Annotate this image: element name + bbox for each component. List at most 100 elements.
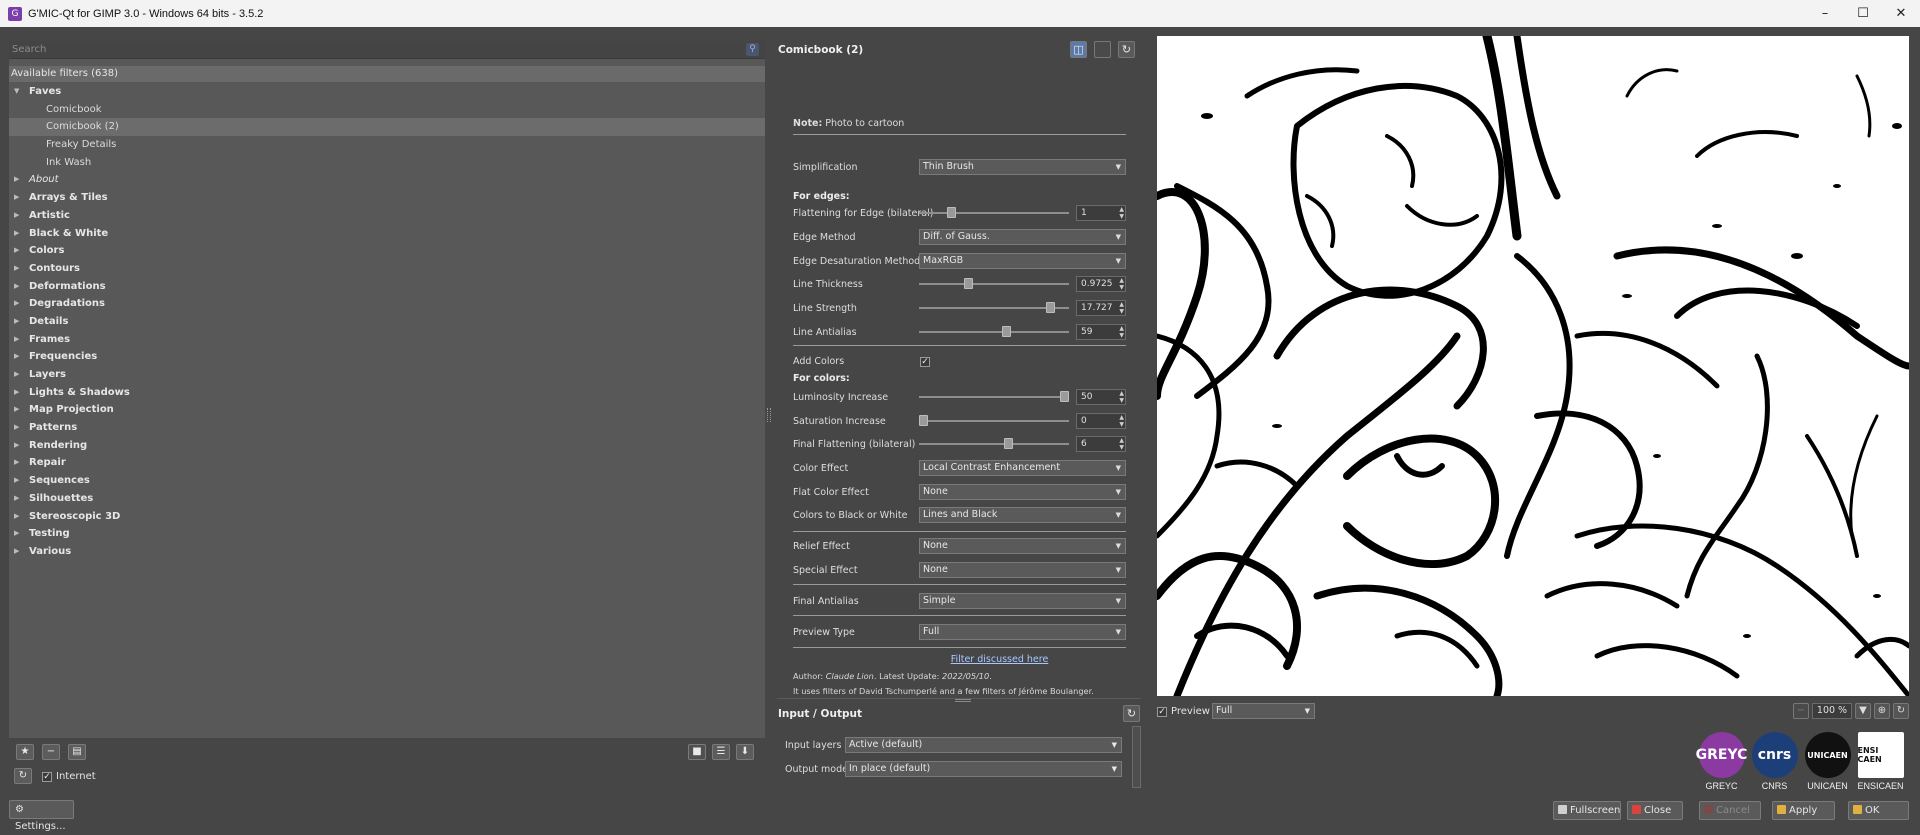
chevron-right-icon[interactable]: ▶: [14, 525, 24, 543]
tree-folder[interactable]: ▶ Rendering: [9, 437, 765, 455]
slider-thumb[interactable]: [1046, 302, 1055, 313]
refresh-filters-button[interactable]: ↻: [14, 768, 32, 784]
add-colors-checkbox[interactable]: ✓: [920, 357, 930, 367]
tree-folder[interactable]: ▶ Frequencies: [9, 348, 765, 366]
list-icon[interactable]: ☰: [712, 744, 730, 760]
chevron-right-icon[interactable]: ▶: [14, 384, 24, 402]
spin-arrows-icon[interactable]: ▲ ▼: [1119, 437, 1124, 451]
cancel-button[interactable]: Cancel: [1699, 801, 1761, 820]
luminosity-spin[interactable]: 50 ▲ ▼: [1076, 389, 1126, 405]
tree-item[interactable]: Comicbook: [9, 101, 765, 119]
minimize-button[interactable]: –: [1806, 0, 1844, 27]
chevron-right-icon[interactable]: ▶: [14, 331, 24, 349]
tree-folder[interactable]: ▶ Repair: [9, 454, 765, 472]
luminosity-slider[interactable]: [919, 389, 1069, 405]
chevron-right-icon[interactable]: ▶: [14, 401, 24, 419]
final-antialias-select[interactable]: Simple ▼: [919, 593, 1126, 609]
tree-folder[interactable]: ▶ Lights & Shadows: [9, 384, 765, 402]
close-window-button[interactable]: ✕: [1882, 0, 1920, 27]
edge-desat-select[interactable]: MaxRGB ▼: [919, 253, 1126, 269]
tree-folder[interactable]: ▶ Testing: [9, 525, 765, 543]
spin-arrows-icon[interactable]: ▲ ▼: [1119, 325, 1124, 339]
line-strength-slider[interactable]: [919, 300, 1069, 316]
tree-folder[interactable]: ▶ Various: [9, 543, 765, 561]
tree-item[interactable]: Ink Wash: [9, 154, 765, 172]
ok-button[interactable]: OK: [1848, 801, 1909, 820]
flattening-edge-spin[interactable]: 1 ▲ ▼: [1076, 205, 1126, 221]
chevron-right-icon[interactable]: ▶: [14, 225, 24, 243]
spin-arrows-icon[interactable]: ▲ ▼: [1119, 414, 1124, 428]
chevron-right-icon[interactable]: ▶: [14, 260, 24, 278]
zoom-dropdown-icon[interactable]: ▼: [1855, 703, 1871, 719]
preview-image[interactable]: [1157, 36, 1909, 696]
zoom-field[interactable]: 100 %: [1812, 703, 1852, 719]
filter-discussion-link[interactable]: Filter discussed here: [833, 654, 1166, 665]
zoom-out-button[interactable]: −: [1793, 703, 1809, 719]
zoom-reset-icon[interactable]: ↻: [1893, 703, 1909, 719]
remove-fave-button[interactable]: −: [42, 744, 60, 760]
tree-folder[interactable]: ▶ Arrays & Tiles: [9, 189, 765, 207]
saturation-spin[interactable]: 0 ▲ ▼: [1076, 413, 1126, 429]
chevron-right-icon[interactable]: ▶: [14, 171, 24, 189]
colors-bw-select[interactable]: Lines and Black ▼: [919, 507, 1126, 523]
reset-params-icon[interactable]: ↻: [1118, 41, 1135, 58]
chevron-right-icon[interactable]: ▶: [14, 543, 24, 561]
line-thickness-spin[interactable]: 0.9725 ▲ ▼: [1076, 276, 1126, 292]
tree-folder[interactable]: ▶ Silhouettes: [9, 490, 765, 508]
tree-folder[interactable]: ▶ Colors: [9, 242, 765, 260]
tree-folder[interactable]: ▶ Map Projection: [9, 401, 765, 419]
tree-folder[interactable]: ▶ Deformations: [9, 278, 765, 296]
tree-folder[interactable]: ▶ About: [9, 171, 765, 189]
chevron-right-icon[interactable]: ▶: [14, 508, 24, 526]
fullscreen-button[interactable]: Fullscreen: [1553, 801, 1621, 820]
preview-checkbox[interactable]: ✓ Preview: [1157, 706, 1210, 717]
preview-type-select[interactable]: Full ▼: [919, 624, 1126, 640]
chevron-right-icon[interactable]: ▶: [14, 490, 24, 508]
input-layers-select[interactable]: Active (default) ▼: [845, 737, 1122, 753]
chevron-right-icon[interactable]: ▶: [14, 419, 24, 437]
preview-mode-select[interactable]: Full ▼: [1212, 703, 1315, 719]
spin-arrows-icon[interactable]: ▲ ▼: [1119, 277, 1124, 291]
visibility-icon[interactable]: ■: [688, 744, 706, 760]
slider-thumb[interactable]: [1060, 391, 1069, 402]
randomize-icon[interactable]: [1094, 41, 1111, 58]
expand-collapse-button[interactable]: ▤: [68, 744, 86, 760]
chevron-right-icon[interactable]: ▶: [14, 472, 24, 490]
output-mode-select[interactable]: In place (default) ▼: [845, 761, 1122, 777]
chevron-right-icon[interactable]: ▶: [14, 437, 24, 455]
saturation-slider[interactable]: [919, 413, 1069, 429]
tree-folder[interactable]: ▶ Patterns: [9, 419, 765, 437]
slider-thumb[interactable]: [1002, 326, 1011, 337]
slider-thumb[interactable]: [964, 278, 973, 289]
close-button[interactable]: Close: [1627, 801, 1683, 820]
relief-effect-select[interactable]: None ▼: [919, 538, 1126, 554]
add-fave-button[interactable]: ★: [16, 744, 34, 760]
flat-color-effect-select[interactable]: None ▼: [919, 484, 1126, 500]
line-antialias-slider[interactable]: [919, 324, 1069, 340]
io-reset-icon[interactable]: ↻: [1123, 705, 1140, 722]
io-resize-grip[interactable]: [955, 699, 971, 702]
special-effect-select[interactable]: None ▼: [919, 562, 1126, 578]
internet-checkbox[interactable]: ✓ Internet: [42, 771, 96, 782]
maximize-button[interactable]: ☐: [1844, 0, 1882, 27]
line-antialias-spin[interactable]: 59 ▲ ▼: [1076, 324, 1126, 340]
download-icon[interactable]: ⬇: [736, 744, 754, 760]
zoom-in-button[interactable]: ⊕: [1874, 703, 1890, 719]
tree-folder[interactable]: ▼ Faves: [9, 83, 765, 101]
chevron-right-icon[interactable]: ▶: [14, 189, 24, 207]
chevron-right-icon[interactable]: ▶: [14, 278, 24, 296]
chevron-right-icon[interactable]: ▶: [14, 366, 24, 384]
edge-method-select[interactable]: Diff. of Gauss. ▼: [919, 229, 1126, 245]
chevron-right-icon[interactable]: ▶: [14, 207, 24, 225]
preview-split-icon[interactable]: ◫: [1070, 41, 1087, 58]
chevron-right-icon[interactable]: ▶: [14, 348, 24, 366]
line-strength-spin[interactable]: 17.727 ▲ ▼: [1076, 300, 1126, 316]
line-thickness-slider[interactable]: [919, 276, 1069, 292]
panel-splitter[interactable]: [767, 408, 771, 422]
color-effect-select[interactable]: Local Contrast Enhancement ▼: [919, 460, 1126, 476]
search-input[interactable]: Search ⚲: [9, 41, 765, 59]
tree-folder[interactable]: ▶ Frames: [9, 331, 765, 349]
final-flattening-spin[interactable]: 6 ▲ ▼: [1076, 436, 1126, 452]
slider-thumb[interactable]: [1004, 438, 1013, 449]
chevron-down-icon[interactable]: ▼: [14, 83, 24, 101]
